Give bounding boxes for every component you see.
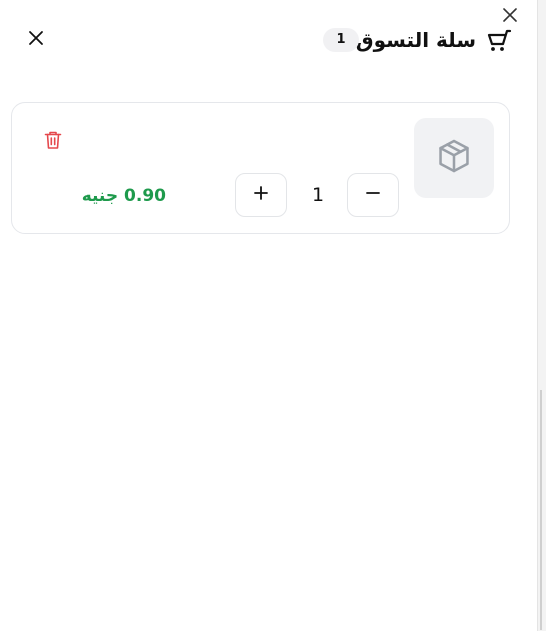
package-icon	[435, 137, 473, 179]
plus-icon	[253, 185, 269, 205]
scrollbar-thumb[interactable]	[540, 390, 542, 630]
quantity-value: 1	[311, 184, 325, 206]
shopping-cart-icon	[484, 27, 512, 53]
close-icon	[502, 7, 518, 27]
minus-icon	[365, 185, 381, 205]
overlay-close-button[interactable]	[500, 7, 520, 27]
item-price: 0.90 جنيه	[81, 186, 166, 206]
page-title: سلة التسوق	[355, 28, 476, 52]
trash-icon	[44, 130, 62, 154]
product-thumbnail	[414, 118, 494, 198]
panel-close-button[interactable]	[24, 28, 48, 52]
cart-item-card: 1 0.90 جنيه	[11, 102, 510, 234]
scrollbar[interactable]	[537, 0, 546, 631]
delete-item-button[interactable]	[42, 131, 64, 153]
cart-count-badge: 1	[323, 28, 359, 52]
increase-quantity-button[interactable]	[235, 173, 287, 217]
decrease-quantity-button[interactable]	[347, 173, 399, 217]
close-icon	[28, 30, 44, 50]
